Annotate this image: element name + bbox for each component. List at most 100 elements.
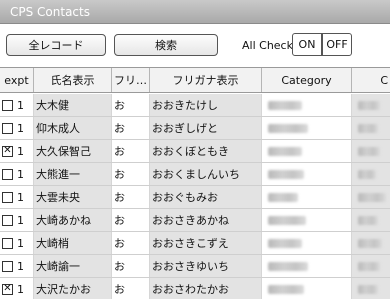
name-cell[interactable]: 大崎諭一	[34, 255, 112, 277]
redacted-category	[268, 192, 298, 202]
row-checkbox[interactable]	[2, 237, 13, 249]
expt-value: 1	[17, 213, 24, 227]
table-row[interactable]: 1 大崎梢おおおさきこずえ	[0, 232, 390, 255]
category-cell[interactable]	[262, 232, 352, 254]
table-row[interactable]: ✕ 1 大久保智己おおおくぼともき	[0, 140, 390, 163]
expt-value: 1	[17, 167, 24, 181]
expt-value: 1	[17, 190, 24, 204]
category-cell[interactable]	[262, 186, 352, 208]
expt-value: 1	[17, 144, 24, 158]
kana-cell[interactable]: おおさきゆいち	[150, 255, 262, 277]
c-cell[interactable]	[352, 94, 390, 116]
furi-cell[interactable]: お	[112, 117, 150, 139]
category-cell[interactable]	[262, 94, 352, 116]
search-button[interactable]: 検索	[114, 34, 218, 56]
column-header-expt[interactable]: expt	[0, 68, 34, 92]
row-checkbox[interactable]: ✕	[2, 145, 13, 157]
expt-cell: 1	[0, 255, 34, 277]
row-checkbox[interactable]: ✕	[2, 283, 13, 295]
table-row[interactable]: 1 大熊進一おおおくましんいち	[0, 163, 390, 186]
furi-cell[interactable]: お	[112, 140, 150, 162]
c-cell[interactable]	[352, 117, 390, 139]
c-cell[interactable]	[352, 140, 390, 162]
window-title: CPS Contacts	[10, 5, 90, 19]
c-cell[interactable]	[352, 232, 390, 254]
redacted-value	[358, 123, 378, 133]
redacted-value	[358, 192, 386, 202]
row-checkbox[interactable]	[2, 191, 13, 203]
c-cell[interactable]	[352, 209, 390, 231]
expt-cell: ✕ 1	[0, 278, 34, 299]
category-cell[interactable]	[262, 117, 352, 139]
kana-cell[interactable]: おおくぼともき	[150, 140, 262, 162]
kana-cell[interactable]: おおさきあかね	[150, 209, 262, 231]
kana-cell[interactable]: おおさわたかお	[150, 278, 262, 299]
expt-value: 1	[17, 98, 24, 112]
row-checkbox[interactable]	[2, 168, 13, 180]
name-cell[interactable]: 大崎梢	[34, 232, 112, 254]
row-checkbox[interactable]	[2, 99, 13, 111]
redacted-category	[268, 238, 302, 248]
category-cell[interactable]	[262, 255, 352, 277]
redacted-value	[358, 169, 376, 179]
all-records-button[interactable]: 全レコード	[6, 34, 106, 56]
furi-cell[interactable]: お	[112, 163, 150, 185]
redacted-category	[268, 123, 308, 133]
redacted-value	[358, 215, 378, 225]
furi-cell[interactable]: お	[112, 94, 150, 116]
redacted-value	[358, 261, 380, 271]
furi-cell[interactable]: お	[112, 186, 150, 208]
redacted-value	[358, 100, 380, 110]
name-cell[interactable]: 大雲未央	[34, 186, 112, 208]
c-cell[interactable]	[352, 255, 390, 277]
kana-cell[interactable]: おおぐもみお	[150, 186, 262, 208]
category-cell[interactable]	[262, 209, 352, 231]
all-check-off-button[interactable]: OFF	[322, 33, 352, 56]
furi-cell[interactable]: お	[112, 232, 150, 254]
name-cell[interactable]: 大沢たかお	[34, 278, 112, 299]
name-cell[interactable]: 大崎あかね	[34, 209, 112, 231]
name-cell[interactable]: 仰木成人	[34, 117, 112, 139]
column-header-category[interactable]: Category	[262, 68, 352, 92]
expt-cell: 1	[0, 94, 34, 116]
category-cell[interactable]	[262, 278, 352, 299]
category-cell[interactable]	[262, 163, 352, 185]
row-checkbox[interactable]	[2, 122, 13, 134]
kana-cell[interactable]: おおきたけし	[150, 94, 262, 116]
table-row[interactable]: 1 大雲未央おおおぐもみお	[0, 186, 390, 209]
furi-cell[interactable]: お	[112, 209, 150, 231]
all-check-on-button[interactable]: ON	[292, 33, 322, 56]
column-header-c[interactable]: C	[352, 68, 390, 92]
furi-cell[interactable]: お	[112, 255, 150, 277]
table-row[interactable]: 1 仰木成人おおおぎしげと	[0, 117, 390, 140]
kana-cell[interactable]: おおさきこずえ	[150, 232, 262, 254]
expt-cell: 1	[0, 117, 34, 139]
kana-cell[interactable]: おおぎしげと	[150, 117, 262, 139]
table-header: expt 氏名表示 フリ… フリガナ表示 Category C	[0, 67, 390, 93]
column-header-name[interactable]: 氏名表示	[34, 68, 112, 92]
expt-value: 1	[17, 121, 24, 135]
table-row[interactable]: 1 大崎諭一おおおさきゆいち	[0, 255, 390, 278]
row-checkbox[interactable]	[2, 214, 13, 226]
category-cell[interactable]	[262, 140, 352, 162]
name-cell[interactable]: 大木健	[34, 94, 112, 116]
expt-cell: 1	[0, 186, 34, 208]
c-cell[interactable]	[352, 186, 390, 208]
c-cell[interactable]	[352, 278, 390, 299]
c-cell[interactable]	[352, 163, 390, 185]
column-header-kana[interactable]: フリガナ表示	[150, 68, 262, 92]
title-bar: CPS Contacts	[0, 0, 390, 24]
row-checkbox[interactable]	[2, 260, 13, 272]
table-row[interactable]: 1 大崎あかねおおおさきあかね	[0, 209, 390, 232]
name-cell[interactable]: 大熊進一	[34, 163, 112, 185]
name-cell[interactable]: 大久保智己	[34, 140, 112, 162]
expt-cell: 1	[0, 232, 34, 254]
redacted-category	[268, 215, 306, 225]
column-header-furi[interactable]: フリ…	[112, 68, 150, 92]
expt-cell: 1	[0, 209, 34, 231]
all-check-label: All Check	[242, 39, 293, 52]
kana-cell[interactable]: おおくましんいち	[150, 163, 262, 185]
table-row[interactable]: ✕ 1 大沢たかおおおおさわたかお	[0, 278, 390, 299]
table-row[interactable]: 1 大木健おおおきたけし	[0, 94, 390, 117]
furi-cell[interactable]: お	[112, 278, 150, 299]
